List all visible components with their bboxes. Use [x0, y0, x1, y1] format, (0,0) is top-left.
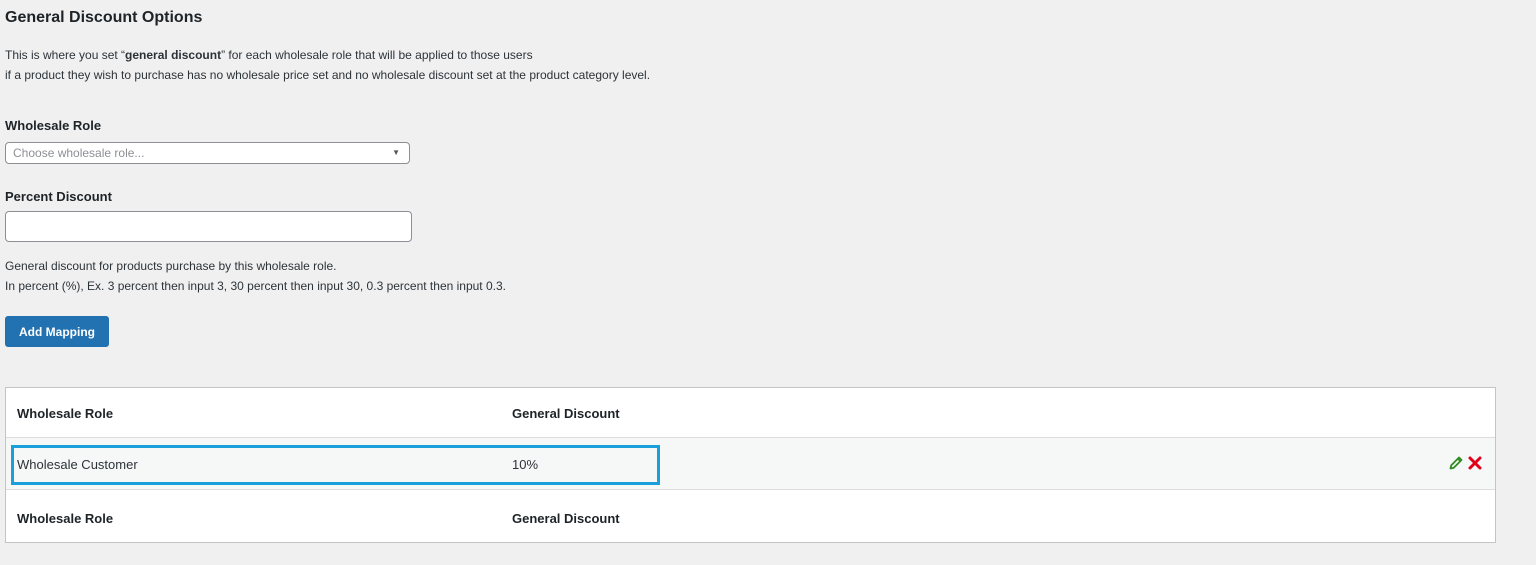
chevron-down-icon: ▼ — [392, 148, 400, 157]
section-title: General Discount Options — [5, 9, 203, 26]
intro-bold: general discount — [125, 48, 222, 62]
header-general-discount: General Discount — [512, 406, 620, 421]
table-header-row: Wholesale Role General Discount — [6, 388, 1495, 438]
intro-line-2: if a product they wish to purchase has n… — [5, 68, 651, 82]
footer-wholesale-role: Wholesale Role — [17, 511, 114, 526]
footer-general-discount: General Discount — [512, 511, 620, 526]
table-footer-row: Wholesale Role General Discount — [6, 490, 1495, 542]
row-wholesale-role: Wholesale Customer — [17, 457, 138, 472]
add-mapping-button[interactable]: Add Mapping — [5, 316, 109, 347]
discount-mapping-table: Wholesale Role General Discount Wholesal… — [5, 387, 1496, 543]
percent-discount-label: Percent Discount — [5, 189, 112, 204]
wholesale-role-select[interactable]: Choose wholesale role... ▼ — [5, 142, 410, 164]
intro-prefix: This is where you set “ — [5, 48, 126, 62]
pencil-icon[interactable] — [1448, 455, 1464, 471]
table-row: Wholesale Customer 10% — [6, 438, 1495, 490]
header-wholesale-role: Wholesale Role — [17, 406, 114, 421]
close-icon[interactable] — [1467, 455, 1483, 471]
wholesale-role-placeholder: Choose wholesale role... — [13, 146, 145, 160]
help-line-1: General discount for products purchase b… — [5, 259, 337, 273]
section-description: This is where you set “general discount”… — [5, 45, 650, 85]
wholesale-role-label: Wholesale Role — [5, 118, 102, 133]
row-general-discount: 10% — [512, 457, 539, 472]
percent-discount-help: General discount for products purchase b… — [5, 256, 506, 296]
percent-discount-input[interactable] — [5, 211, 412, 242]
intro-suffix: ” for each wholesale role that will be a… — [221, 48, 533, 62]
row-actions — [1448, 455, 1483, 471]
help-line-2: In percent (%), Ex. 3 percent then input… — [5, 279, 506, 293]
